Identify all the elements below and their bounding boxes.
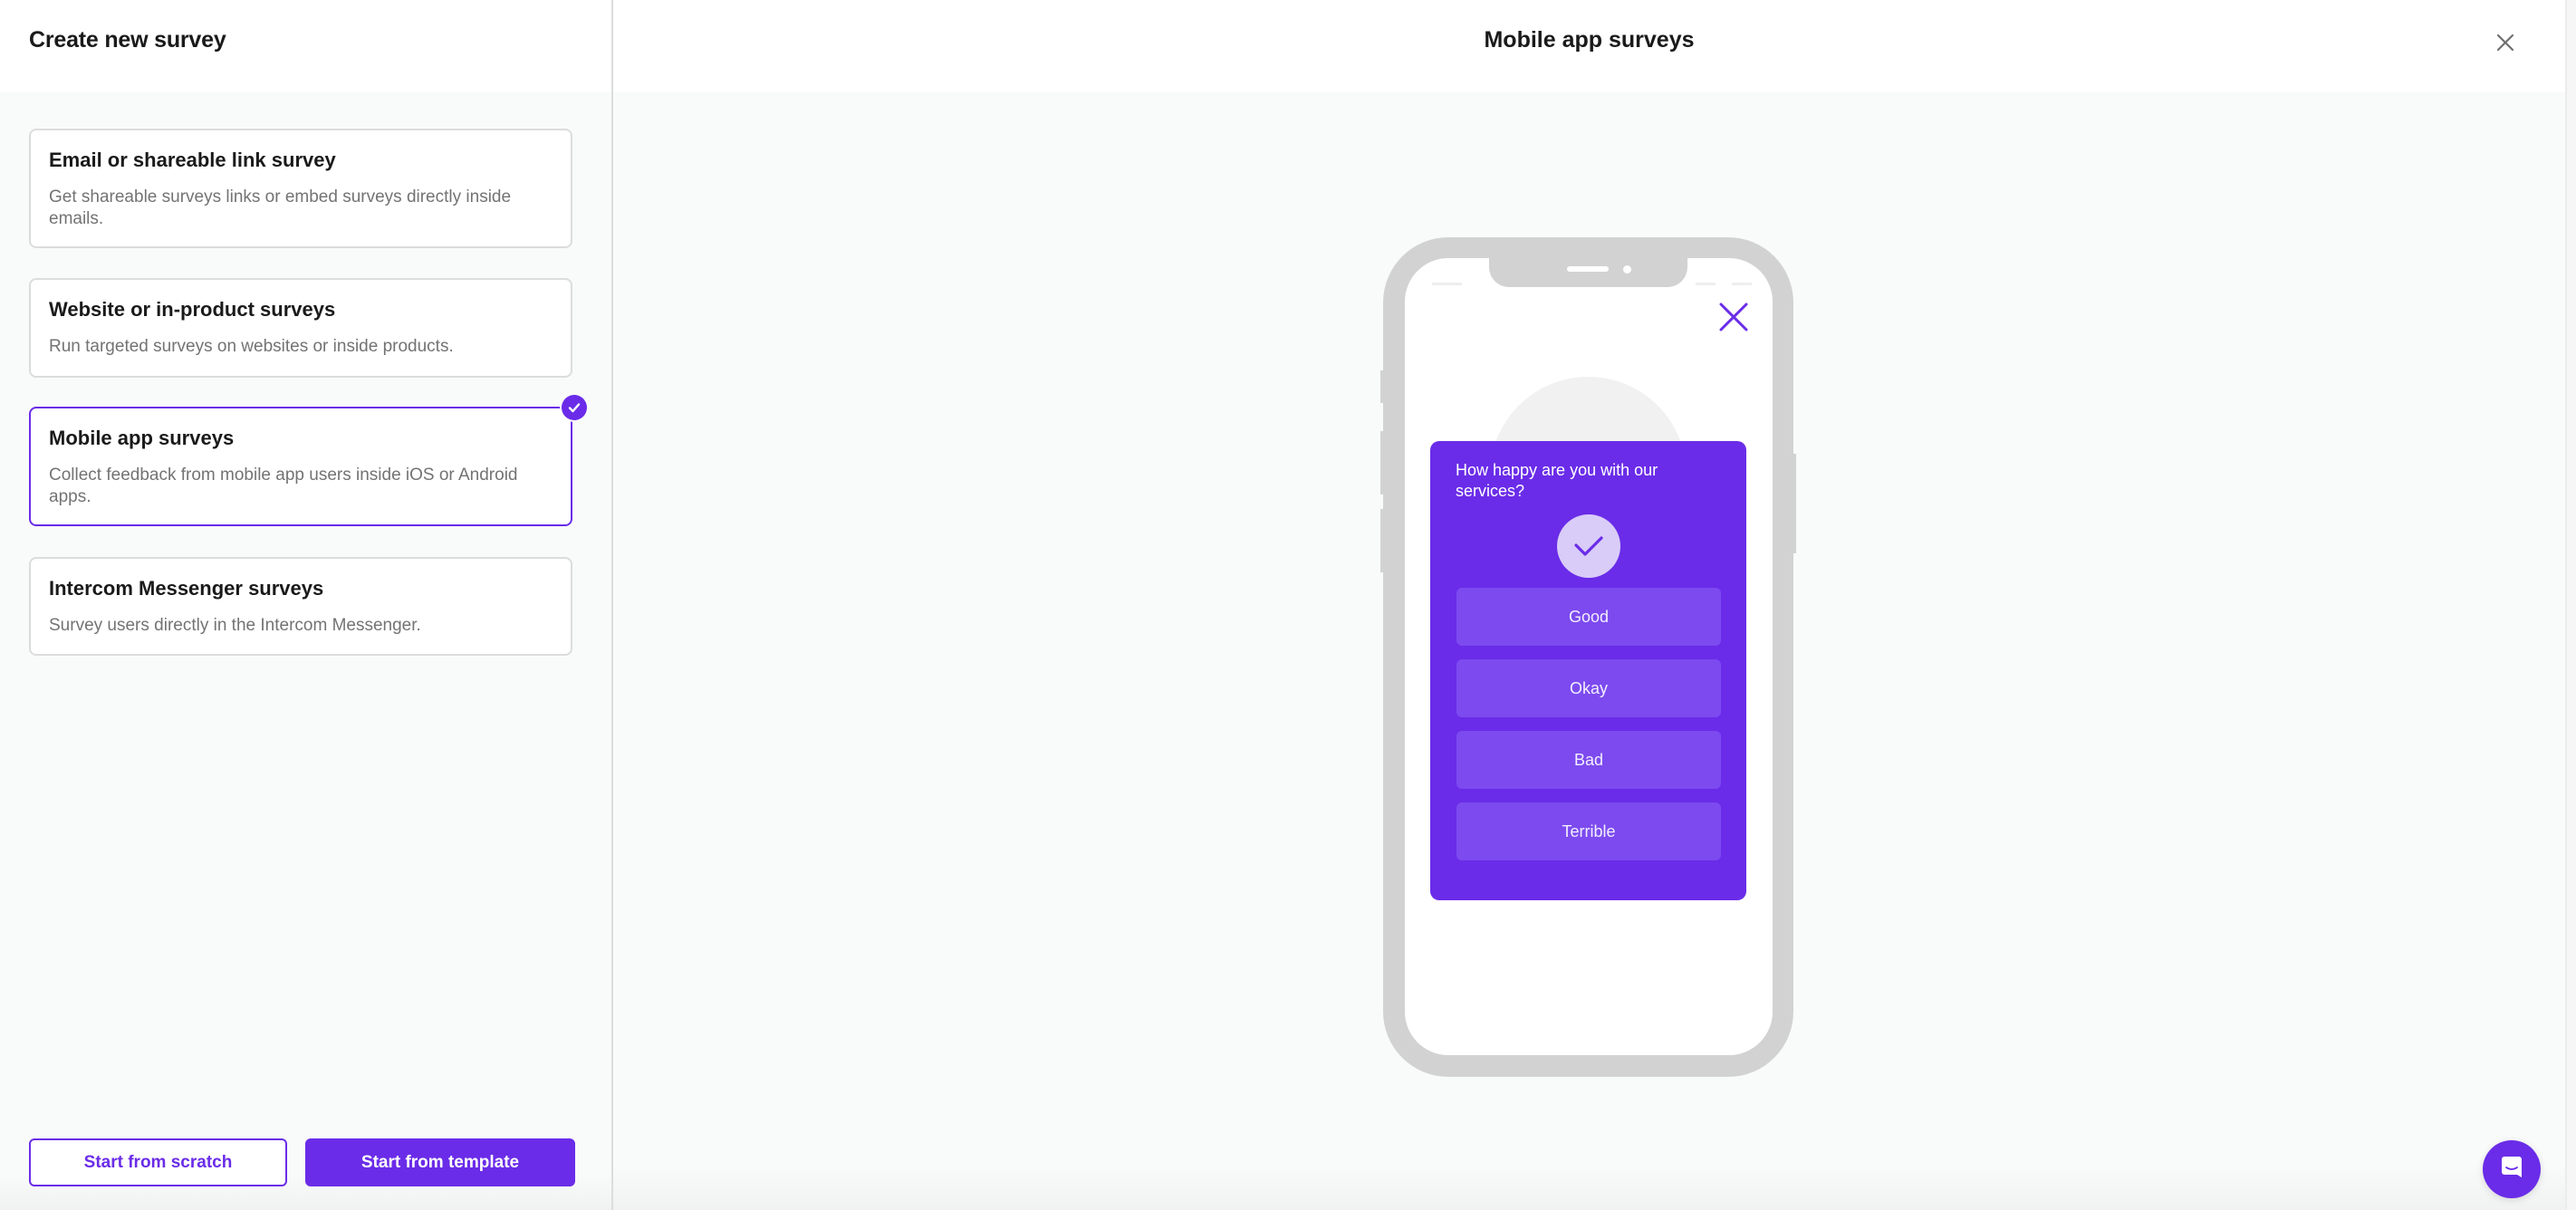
sidebar-title: Create new survey	[29, 27, 226, 53]
option-description: Get shareable surveys links or embed sur…	[49, 187, 512, 228]
sidebar: Create new survey Email or shareable lin…	[0, 0, 613, 1210]
option-description: Run targeted surveys on websites or insi…	[49, 337, 454, 356]
option-title: Website or in-product surveys	[49, 298, 336, 321]
survey-question: How happy are you with our services?	[1456, 461, 1658, 500]
preview-title: Mobile app surveys	[1484, 27, 1695, 53]
sidebar-header: Create new survey	[0, 0, 611, 92]
option-mobile-app-survey[interactable]: Mobile app surveys Collect feedback from…	[29, 407, 572, 526]
option-title: Intercom Messenger surveys	[49, 577, 324, 600]
phone-camera	[1623, 265, 1631, 274]
option-email-survey[interactable]: Email or shareable link survey Get share…	[29, 129, 572, 248]
preview-header: Mobile app surveys	[613, 0, 2565, 92]
option-title: Email or shareable link survey	[49, 149, 336, 171]
preview-bottom-fade	[613, 1165, 2565, 1210]
option-messenger-survey[interactable]: Intercom Messenger surveys Survey users …	[29, 557, 572, 656]
answer-option-good[interactable]: Good	[1456, 588, 1721, 646]
window-scrollbar[interactable]	[2565, 0, 2576, 1210]
answer-option-bad[interactable]: Bad	[1456, 731, 1721, 789]
option-description: Collect feedback from mobile app users i…	[49, 466, 518, 506]
option-website-survey[interactable]: Website or in-product surveys Run target…	[29, 278, 572, 378]
status-bar-signal	[1696, 283, 1716, 285]
option-title: Mobile app surveys	[49, 427, 235, 449]
answer-option-okay[interactable]: Okay	[1456, 659, 1721, 717]
messenger-icon	[2498, 1154, 2525, 1186]
checkmark-icon	[1557, 514, 1620, 578]
start-from-template-button[interactable]: Start from template	[305, 1138, 575, 1186]
answer-option-terrible[interactable]: Terrible	[1456, 802, 1721, 860]
start-from-scratch-button[interactable]: Start from scratch	[29, 1138, 287, 1186]
selected-check-icon	[562, 395, 587, 420]
phone-speaker	[1567, 266, 1609, 272]
status-bar-time	[1432, 283, 1462, 285]
option-description: Survey users directly in the Intercom Me…	[49, 616, 421, 635]
close-icon[interactable]	[2494, 31, 2517, 54]
survey-close-icon[interactable]	[1718, 302, 1749, 332]
status-bar-battery	[1732, 283, 1752, 285]
messenger-launcher-button[interactable]	[2483, 1140, 2541, 1198]
